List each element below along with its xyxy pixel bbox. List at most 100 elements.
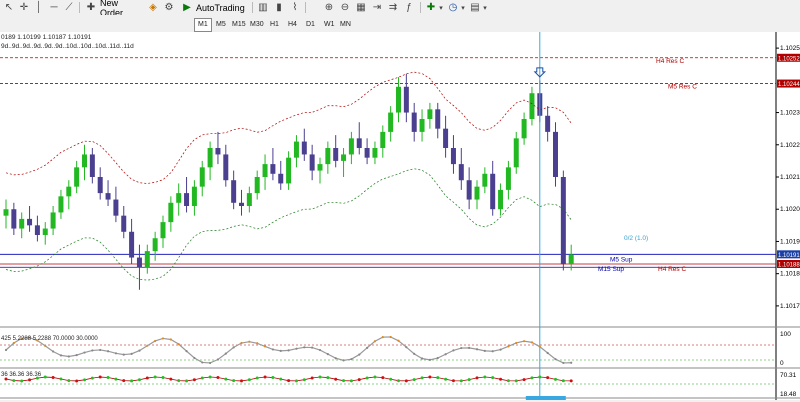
osc2-point: [83, 378, 86, 382]
osc2-point: [247, 378, 251, 382]
candle-body: [254, 177, 260, 194]
timeframe-d1[interactable]: D1: [302, 18, 319, 32]
templates-icon[interactable]: ▤: [468, 0, 482, 15]
horizontal-line-icon[interactable]: ─: [47, 0, 61, 15]
osc1-point: [350, 358, 353, 361]
tile-windows-icon[interactable]: ▦: [354, 0, 368, 15]
candle-body: [372, 148, 378, 158]
candlestick-icon[interactable]: ▮: [272, 0, 286, 15]
zoom-out-icon[interactable]: ⊖: [338, 0, 352, 15]
osc2-point: [302, 378, 306, 382]
osc2-point: [349, 379, 353, 383]
candle-body: [490, 173, 496, 210]
candle-body: [545, 115, 551, 132]
osc2-point: [546, 376, 550, 380]
candle-body: [403, 86, 409, 113]
crosshair-icon[interactable]: ✛: [17, 0, 31, 15]
price-tick-label: 1.10175: [780, 303, 800, 310]
osc2-point: [43, 375, 47, 379]
osc2-point: [200, 376, 204, 380]
osc1-point: [169, 338, 172, 341]
candle-body: [482, 173, 488, 187]
candle-body: [66, 186, 72, 197]
osc1-point: [381, 336, 384, 339]
timeframe-h4[interactable]: H4: [284, 18, 301, 32]
osc1-point: [530, 341, 534, 344]
osc2-point: [28, 378, 32, 382]
chevron-down-icon[interactable]: ▾: [459, 0, 467, 15]
vertical-line-icon[interactable]: │: [32, 0, 46, 15]
osc1-point: [130, 352, 133, 355]
line-chart-icon[interactable]: ⌇: [288, 0, 302, 15]
candle-body: [317, 164, 323, 171]
candle-body: [262, 164, 268, 177]
market-watch-icon[interactable]: ◈: [146, 0, 160, 15]
candle-body: [458, 164, 464, 181]
osc2-point: [569, 379, 573, 383]
candle-body: [529, 93, 535, 119]
timeframe-m30[interactable]: M30: [246, 18, 268, 32]
osc2-point: [554, 377, 557, 381]
osc2-point: [475, 376, 479, 380]
osc2-axis-bottom: 18.48: [780, 391, 797, 398]
indicator-list-icon[interactable]: ✚: [424, 0, 438, 15]
osc1-point: [303, 346, 306, 349]
candle-body: [121, 215, 127, 232]
osc2-point: [326, 376, 330, 380]
candle-body: [427, 109, 433, 119]
osc2-point: [153, 375, 157, 379]
candle-body: [11, 209, 17, 229]
periodicity-icon[interactable]: ◷: [446, 0, 460, 15]
candle-body: [58, 196, 64, 213]
candle-body: [184, 193, 190, 206]
timeframe-h1[interactable]: H1: [266, 18, 283, 32]
osc2-point: [467, 378, 471, 382]
chevron-down-icon[interactable]: ▾: [437, 0, 445, 15]
osc1-point: [216, 358, 220, 361]
price-tick-label: 1.10215: [780, 174, 800, 181]
chevron-down-icon[interactable]: ▾: [481, 0, 489, 15]
osc2-point: [444, 377, 448, 381]
new-order-button[interactable]: New Order: [100, 0, 142, 18]
candle-body: [348, 138, 354, 155]
osc1-point: [99, 348, 102, 352]
tester-icon[interactable]: ⚙: [162, 0, 176, 15]
candle-body: [42, 228, 48, 235]
osc1-point: [311, 346, 314, 349]
chart-shift-icon[interactable]: ⇥: [370, 0, 384, 15]
candle-body: [246, 193, 252, 206]
osc1-point: [546, 351, 549, 355]
osc2-point: [177, 379, 181, 383]
trendline-icon[interactable]: ⟋: [62, 0, 76, 15]
indicators-icon[interactable]: ƒ: [402, 0, 416, 15]
candle-body: [113, 199, 119, 216]
bar-chart-icon[interactable]: ▥: [256, 0, 270, 15]
timeframe-m1[interactable]: M1: [194, 18, 212, 32]
osc1-point: [106, 350, 110, 353]
osc1-point: [452, 349, 455, 352]
osc1-point: [263, 345, 267, 348]
osc2-point: [530, 376, 534, 380]
osc1-point: [334, 357, 337, 360]
osc1-point: [389, 335, 392, 339]
osc2-point: [420, 376, 424, 380]
candle-body: [411, 112, 417, 132]
arrow-cursor-icon[interactable]: ↖: [2, 0, 16, 15]
osc2-point: [169, 377, 173, 381]
autoscroll-icon[interactable]: ⇉: [386, 0, 400, 15]
osc1-point: [83, 351, 86, 354]
osc1-point: [256, 342, 259, 345]
osc1-point: [52, 350, 55, 353]
candle-body: [435, 109, 441, 129]
osc1-point: [538, 345, 541, 348]
auto-trading-button[interactable]: AutoTrading: [196, 0, 248, 15]
timeframe-mn[interactable]: MN: [336, 18, 355, 32]
osc2-point: [145, 376, 149, 380]
osc1-point: [12, 341, 15, 345]
chart-window[interactable]: 0189 1.10199 1.10187 1.10191 9d..9d..9d.…: [0, 32, 800, 400]
zoom-in-icon[interactable]: ⊕: [322, 0, 336, 15]
price-level-box-label: 1.10244: [778, 82, 800, 88]
osc2-point: [185, 379, 189, 383]
osc2-point: [90, 376, 94, 380]
osc2-point: [483, 375, 487, 379]
